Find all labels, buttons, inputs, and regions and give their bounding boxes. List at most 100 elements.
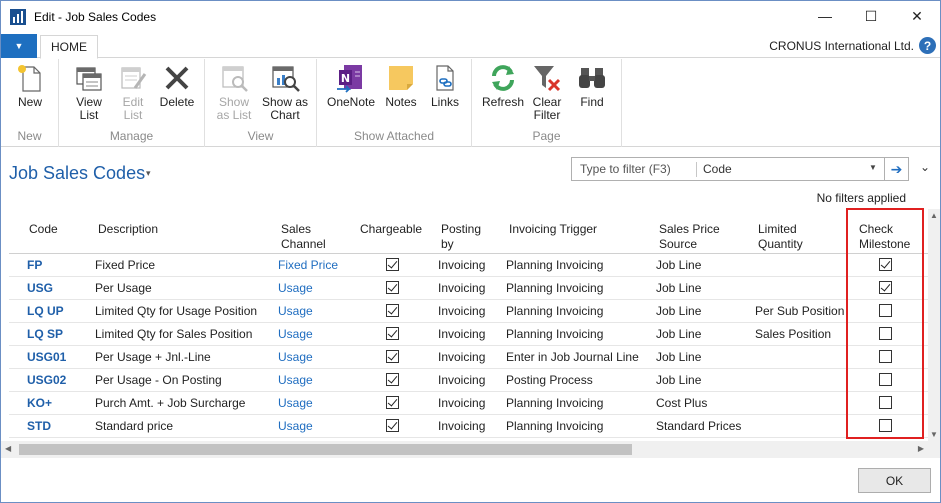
- cell-sales-channel[interactable]: Fixed Price: [278, 258, 338, 272]
- column-header-chargeable[interactable]: Chargeable: [360, 222, 422, 237]
- chargeable-checkbox[interactable]: [386, 327, 399, 340]
- column-header-sales-channel[interactable]: Sales Channel: [281, 222, 326, 252]
- table-row[interactable]: USG01 Per Usage + Jnl.-Line Usage Invoicing…: [9, 346, 928, 369]
- horizontal-scrollbar[interactable]: ◀ ▶: [1, 441, 940, 458]
- apply-filter-arrow-icon[interactable]: ➔: [884, 158, 908, 180]
- cell-sales-channel[interactable]: Usage: [278, 373, 313, 387]
- cell-posting-by: Invoicing: [438, 281, 486, 295]
- column-header-invoicing-trigger[interactable]: Invoicing Trigger: [509, 222, 597, 237]
- collapse-chevron-icon[interactable]: ⌄: [920, 160, 930, 174]
- scroll-right-icon[interactable]: ▶: [918, 444, 924, 453]
- cell-sales-channel[interactable]: Usage: [278, 396, 313, 410]
- chargeable-checkbox[interactable]: [386, 419, 399, 432]
- table-row[interactable]: FP Fixed Price Fixed Price Invoicing Plannin…: [9, 254, 928, 277]
- filter-separator: [696, 162, 697, 177]
- cell-code[interactable]: LQ UP: [27, 304, 64, 318]
- chargeable-checkbox[interactable]: [386, 350, 399, 363]
- cell-sales-channel[interactable]: Usage: [278, 419, 313, 433]
- chargeable-checkbox[interactable]: [386, 258, 399, 271]
- scroll-left-icon[interactable]: ◀: [5, 444, 11, 453]
- cell-code[interactable]: USG02: [27, 373, 66, 387]
- show-as-list-button[interactable]: Show as List: [211, 62, 257, 122]
- cell-code[interactable]: LQ SP: [27, 327, 63, 341]
- cell-code[interactable]: KO+: [27, 396, 52, 410]
- cell-description: Standard price: [95, 419, 174, 433]
- find-button[interactable]: Find: [572, 62, 612, 109]
- chargeable-checkbox[interactable]: [386, 396, 399, 409]
- refresh-button[interactable]: Refresh: [480, 62, 526, 109]
- cell-invoicing-trigger: Planning Invoicing: [506, 419, 604, 433]
- delete-button[interactable]: Delete: [155, 62, 199, 109]
- check-milestone-checkbox[interactable]: [879, 281, 892, 294]
- group-label-manage: Manage: [109, 129, 154, 143]
- vertical-scrollbar[interactable]: ▲ ▼: [928, 209, 940, 441]
- ribbon-group-view: Show as List Show as Chart View: [205, 59, 317, 147]
- cell-description: Per Usage - On Posting: [95, 373, 222, 387]
- cell-code[interactable]: USG01: [27, 350, 66, 364]
- column-header-sales-price-source[interactable]: Sales Price Source: [659, 222, 720, 252]
- onenote-button[interactable]: N OneNote: [325, 62, 377, 109]
- cell-sales-channel[interactable]: Usage: [278, 304, 313, 318]
- column-header-code[interactable]: Code: [29, 222, 58, 237]
- cell-sales-price-source: Cost Plus: [656, 396, 708, 410]
- notes-button[interactable]: Notes: [381, 62, 421, 109]
- tab-home[interactable]: HOME: [40, 35, 98, 59]
- clear-filter-button[interactable]: Clear Filter: [528, 62, 566, 122]
- cell-code[interactable]: FP: [27, 258, 42, 272]
- table-row[interactable]: KO+ Purch Amt. + Job Surcharge Usage Invoic…: [9, 392, 928, 415]
- filter-field-select[interactable]: Code: [703, 162, 732, 176]
- chargeable-checkbox[interactable]: [386, 281, 399, 294]
- edit-list-button[interactable]: Edit List: [113, 62, 153, 122]
- ribbon: New New View List Edit List Delete Manag…: [1, 59, 940, 147]
- cell-sales-channel[interactable]: Usage: [278, 350, 313, 364]
- scroll-down-icon[interactable]: ▼: [930, 430, 938, 439]
- chargeable-checkbox[interactable]: [386, 373, 399, 386]
- cell-posting-by: Invoicing: [438, 350, 486, 364]
- check-milestone-checkbox[interactable]: [879, 396, 892, 409]
- close-button[interactable]: ✕: [894, 1, 940, 31]
- scroll-up-icon[interactable]: ▲: [930, 211, 938, 220]
- new-document-icon: [18, 65, 41, 92]
- show-as-chart-button[interactable]: Show as Chart: [259, 62, 311, 122]
- new-button[interactable]: New: [9, 62, 51, 109]
- check-milestone-checkbox[interactable]: [879, 373, 892, 386]
- group-label-new: New: [17, 129, 42, 143]
- edit-window: Edit - Job Sales Codes — ☐ ✕ ▼ HOME CRON…: [0, 0, 941, 503]
- table-row[interactable]: USG02 Per Usage - On Posting Usage Invoicin…: [9, 369, 928, 392]
- check-milestone-checkbox[interactable]: [879, 327, 892, 340]
- page-title[interactable]: Job Sales Codes: [9, 163, 145, 184]
- minimize-button[interactable]: —: [802, 1, 848, 31]
- table-row[interactable]: STD Standard price Usage Invoicing Planning …: [9, 415, 928, 438]
- maximize-button[interactable]: ☐: [848, 1, 894, 31]
- view-list-button[interactable]: View List: [67, 62, 111, 122]
- cell-posting-by: Invoicing: [438, 373, 486, 387]
- chargeable-checkbox[interactable]: [386, 304, 399, 317]
- table-row[interactable]: USG Per Usage Usage Invoicing Planning Invoi…: [9, 277, 928, 300]
- column-header-description[interactable]: Description: [98, 222, 158, 237]
- column-header-posting-by[interactable]: Posting by: [441, 222, 481, 252]
- cell-code[interactable]: STD: [27, 419, 51, 433]
- ribbon-group-new: New New: [1, 59, 59, 147]
- links-button[interactable]: Links: [425, 62, 465, 109]
- check-milestone-checkbox[interactable]: [879, 350, 892, 363]
- table-row[interactable]: LQ SP Limited Qty for Sales Position Usage…: [9, 323, 928, 346]
- filter-input[interactable]: Type to filter (F3): [580, 162, 671, 176]
- horizontal-scroll-thumb[interactable]: [19, 444, 632, 455]
- cell-sales-channel[interactable]: Usage: [278, 281, 313, 295]
- help-icon[interactable]: ?: [919, 37, 936, 54]
- cell-code[interactable]: USG: [27, 281, 53, 295]
- check-milestone-checkbox[interactable]: [879, 304, 892, 317]
- column-header-check-milestone[interactable]: Check Milestone: [859, 222, 910, 252]
- cell-sales-price-source: Job Line: [656, 373, 702, 387]
- table-row[interactable]: LQ UP Limited Qty for Usage Position Usage…: [9, 300, 928, 323]
- cell-description: Per Usage + Jnl.-Line: [95, 350, 211, 364]
- column-header-limited-quantity[interactable]: Limited Quantity: [758, 222, 803, 252]
- cell-sales-channel[interactable]: Usage: [278, 327, 313, 341]
- page-title-dropdown-icon[interactable]: ▾: [146, 168, 151, 179]
- check-milestone-checkbox[interactable]: [879, 258, 892, 271]
- ok-button[interactable]: OK: [858, 468, 931, 493]
- application-menu-button[interactable]: ▼: [1, 34, 37, 58]
- check-milestone-checkbox[interactable]: [879, 419, 892, 432]
- cell-description: Fixed Price: [95, 258, 156, 272]
- filter-field-dropdown-icon[interactable]: ▼: [869, 163, 877, 172]
